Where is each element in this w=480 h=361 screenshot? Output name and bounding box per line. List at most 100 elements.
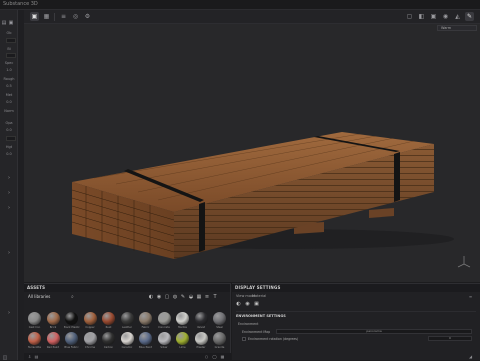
environment-settings-heading: ENVIRONMENT SETTINGS <box>236 314 286 318</box>
material-thumbnail[interactable] <box>157 332 171 345</box>
material-thumbnail[interactable] <box>176 332 189 345</box>
select-icon[interactable]: ▣ <box>30 12 39 21</box>
frame-icon[interactable]: ▢ <box>405 12 414 21</box>
assets-toolbar: All libraries ⌕ ◐ ◉ ▢ ◍ ✎ ◒ ▦ ≡ T <box>24 292 230 302</box>
prop-label: Bi <box>7 47 11 51</box>
rotation-label: Environment rotation (degrees) <box>248 337 299 341</box>
prop-field[interactable] <box>6 136 16 141</box>
material-thumbnail[interactable] <box>194 312 208 325</box>
prop-label: Norm <box>4 109 14 113</box>
material-name: Chrome <box>84 346 96 349</box>
text-icon[interactable]: T <box>212 294 218 300</box>
camera-icon[interactable]: ◉ <box>244 301 251 308</box>
display-tabs: View mode Material <box>232 292 480 300</box>
environment-label: Environment <box>238 322 259 326</box>
chevron-icon[interactable]: › <box>6 190 12 196</box>
material-thumbnail[interactable] <box>194 332 208 345</box>
material-thumbnail[interactable] <box>28 332 41 345</box>
brush-icon[interactable]: ✎ <box>465 12 474 21</box>
texture-icon[interactable]: ▢ <box>164 294 170 300</box>
light-icon[interactable]: ◍ <box>172 294 178 300</box>
brush-icon[interactable]: ✎ <box>180 294 186 300</box>
material-name: Marble <box>178 326 187 329</box>
render-icon[interactable]: ▣ <box>253 301 260 308</box>
list-icon[interactable]: ≡ <box>204 294 210 300</box>
folder-icon[interactable]: ▤ <box>34 354 39 359</box>
chevron-icon[interactable]: › <box>6 310 12 316</box>
material-name: Blue Fabric <box>64 346 79 349</box>
environment-map-field[interactable]: panorama <box>276 329 472 334</box>
resize-icon[interactable]: ◢ <box>468 354 473 359</box>
material-thumbnail[interactable] <box>139 312 152 325</box>
material-name: Terracotta <box>27 346 42 349</box>
layers-icon[interactable]: ◫ <box>2 355 8 361</box>
paint-icon[interactable]: ◭ <box>453 12 462 21</box>
render-icon[interactable]: ◧ <box>417 12 426 21</box>
zoom-out-icon[interactable]: ○ <box>204 354 209 359</box>
material-thumbnail[interactable] <box>83 332 97 345</box>
material-thumbnail[interactable] <box>139 332 152 345</box>
prop-label: Opa <box>5 121 13 125</box>
chevron-icon[interactable]: › <box>6 175 12 181</box>
display-icons: ◐ ◉ ▣ <box>232 300 480 309</box>
grid-icon[interactable]: ▦ <box>42 12 51 21</box>
material-icon[interactable]: ◉ <box>156 294 162 300</box>
tab-material[interactable]: Material <box>252 294 266 298</box>
save-icon[interactable]: ▣ <box>8 20 14 26</box>
wood-stack-render <box>71 132 471 268</box>
material-thumbnail[interactable] <box>46 332 60 345</box>
material-thumbnail[interactable] <box>176 312 189 325</box>
material-thumbnail[interactable] <box>213 332 226 345</box>
rotation-checkbox[interactable] <box>242 337 246 341</box>
material-thumbnail[interactable] <box>213 312 226 325</box>
library-filter[interactable]: All libraries <box>28 294 50 299</box>
app-title: Substance 3D <box>3 1 38 7</box>
material-thumbnail[interactable] <box>120 332 134 345</box>
prop-label: Met <box>5 93 13 97</box>
camera-icon[interactable]: ◉ <box>441 12 450 21</box>
material-name: Black Plastic <box>63 326 80 329</box>
prop-value[interactable]: 0.0 <box>1 99 17 105</box>
grid-view-icon[interactable]: ▦ <box>220 354 225 359</box>
prop-value[interactable]: 1.0 <box>1 67 17 73</box>
collapse-icon[interactable]: ≡ <box>468 294 473 299</box>
material-name: Carbon <box>103 346 114 349</box>
image-icon[interactable]: ▦ <box>196 294 202 300</box>
chevron-icon[interactable]: › <box>6 250 12 256</box>
list-icon[interactable]: ≡ <box>59 12 68 21</box>
model-icon[interactable]: ◒ <box>188 294 194 300</box>
material-thumbnail[interactable] <box>65 312 78 325</box>
search-icon[interactable]: ⌕ <box>71 294 74 300</box>
prop-label: Spec <box>4 61 14 65</box>
sphere-icon[interactable]: ◐ <box>148 294 154 300</box>
zoom-in-icon[interactable]: ◯ <box>212 354 217 359</box>
prop-value[interactable]: 0.0 <box>1 151 17 157</box>
material-thumbnail[interactable] <box>65 332 78 345</box>
prop-value[interactable]: 0.5 <box>1 83 17 89</box>
material-thumbnail[interactable] <box>46 312 60 325</box>
material-thumbnail[interactable] <box>120 312 134 325</box>
material-thumbnail[interactable] <box>83 312 97 325</box>
camera-icon[interactable]: ◎ <box>71 12 80 21</box>
rotation-field[interactable]: 0 <box>428 336 472 341</box>
title-bar: Substance 3D <box>0 0 480 10</box>
folder-icon[interactable]: ▤ <box>1 20 7 26</box>
display-settings-title: DISPLAY SETTINGS <box>232 284 480 292</box>
material-thumbnail[interactable] <box>157 312 171 325</box>
prop-value[interactable]: 0.0 <box>1 127 17 133</box>
prop-field[interactable] <box>6 53 16 58</box>
material-name: Red Paint <box>46 346 60 349</box>
prop-field[interactable] <box>6 38 16 43</box>
material-thumbnail[interactable] <box>102 332 115 345</box>
material-thumbnail[interactable] <box>102 312 115 325</box>
environment-icon[interactable]: ◐ <box>235 301 242 308</box>
material-name: Velvet <box>196 326 206 329</box>
material-name: Brick <box>49 326 57 329</box>
material-thumbnail[interactable] <box>28 312 41 325</box>
settings-icon[interactable]: ⚙ <box>83 12 92 21</box>
environment-dropdown[interactable]: Warm <box>437 25 477 31</box>
light-icon[interactable]: ▣ <box>429 12 438 21</box>
import-icon[interactable]: ⇩ <box>27 354 32 359</box>
chevron-icon[interactable]: › <box>6 205 12 211</box>
3d-viewport[interactable] <box>24 24 480 282</box>
